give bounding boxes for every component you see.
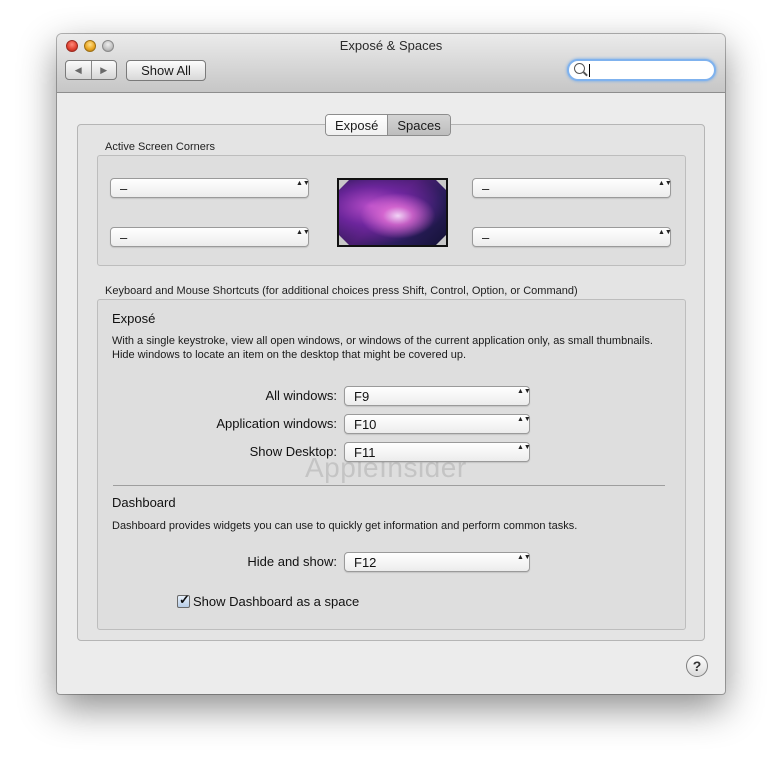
popup-arrows-icon: ▲▼ <box>658 180 672 187</box>
corner-marker-icon <box>436 235 446 245</box>
popup-value: F12 <box>354 555 377 570</box>
search-field[interactable] <box>567 59 716 81</box>
all-windows-label: All windows: <box>265 388 337 403</box>
hide-and-show-popup[interactable]: F12 ▲▼ <box>344 552 531 572</box>
bottom-right-corner-popup[interactable]: – ▲▼ <box>472 227 672 247</box>
back-forward-control: ◀ ▶ <box>65 60 117 80</box>
all-windows-popup[interactable]: F9 ▲▼ <box>344 386 531 406</box>
popup-value: – <box>120 181 128 196</box>
popup-arrows-icon: ▲▼ <box>517 444 531 451</box>
application-windows-popup[interactable]: F10 ▲▼ <box>344 414 531 434</box>
popup-value: F10 <box>354 417 377 432</box>
popup-value: – <box>120 230 128 245</box>
window-title: Exposé & Spaces <box>339 38 443 53</box>
show-desktop-popup[interactable]: F11 ▲▼ <box>344 442 531 462</box>
popup-arrows-icon: ▲▼ <box>517 554 531 561</box>
hide-and-show-label: Hide and show: <box>247 554 337 569</box>
corner-marker-icon <box>339 235 349 245</box>
top-left-corner-popup[interactable]: – ▲▼ <box>110 178 310 198</box>
top-right-corner-popup[interactable]: – ▲▼ <box>472 178 672 198</box>
back-arrow-icon[interactable]: ◀ <box>66 61 91 79</box>
preferences-window: Exposé & Spaces ◀ ▶ Show All Exposé Spac… <box>57 34 725 694</box>
bottom-left-corner-popup[interactable]: – ▲▼ <box>110 227 310 247</box>
help-button[interactable]: ? <box>686 655 708 677</box>
popup-arrows-icon: ▲▼ <box>517 416 531 423</box>
show-dashboard-as-space-label[interactable]: Show Dashboard as a space <box>193 594 359 609</box>
active-screen-corners-label: Active Screen Corners <box>105 141 216 153</box>
title-bar: Exposé & Spaces ◀ ▶ Show All <box>57 34 725 93</box>
tab-spaces[interactable]: Spaces <box>387 115 450 135</box>
expose-description: With a single keystroke, view all open w… <box>112 335 653 361</box>
desktop-preview-image <box>337 178 448 247</box>
text-cursor <box>589 64 590 77</box>
popup-arrows-icon: ▲▼ <box>296 229 310 236</box>
section-divider <box>113 485 665 486</box>
popup-value: F9 <box>354 389 370 404</box>
show-dashboard-as-space-checkbox[interactable]: ✓ <box>177 592 190 608</box>
popup-value: F11 <box>354 445 376 460</box>
popup-value: – <box>482 181 490 196</box>
show-desktop-label: Show Desktop: <box>249 444 337 459</box>
forward-arrow-icon[interactable]: ▶ <box>90 61 117 79</box>
show-all-button[interactable]: Show All <box>126 60 206 81</box>
popup-value: – <box>482 230 490 245</box>
dashboard-section-title: Dashboard <box>112 495 176 510</box>
tab-bar: Exposé Spaces <box>325 114 451 136</box>
corner-marker-icon <box>339 180 349 190</box>
shortcuts-label: Keyboard and Mouse Shortcuts (for additi… <box>105 285 578 297</box>
popup-arrows-icon: ▲▼ <box>517 388 531 395</box>
checkmark-icon: ✓ <box>179 592 190 607</box>
dashboard-description: Dashboard provides widgets you can use t… <box>112 520 578 532</box>
corner-marker-icon <box>436 180 446 190</box>
popup-arrows-icon: ▲▼ <box>296 180 310 187</box>
popup-arrows-icon: ▲▼ <box>658 229 672 236</box>
search-icon <box>574 63 585 74</box>
tab-expose[interactable]: Exposé <box>326 115 388 135</box>
application-windows-label: Application windows: <box>216 416 337 431</box>
expose-section-title: Exposé <box>112 311 156 326</box>
